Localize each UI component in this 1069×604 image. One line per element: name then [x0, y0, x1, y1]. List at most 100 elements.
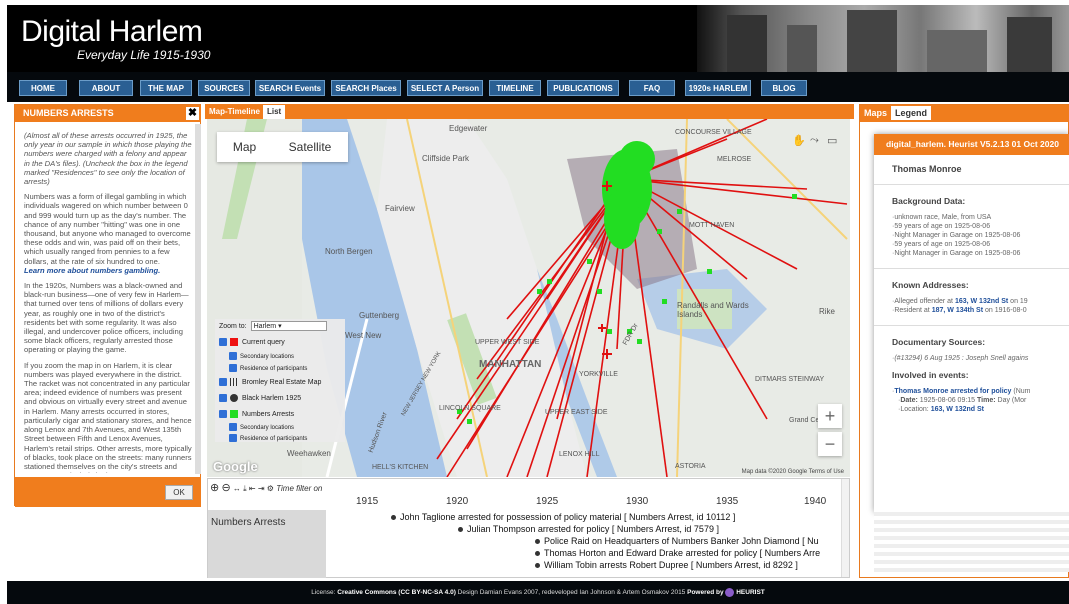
date-label: Date: [900, 397, 918, 404]
tab-map-timeline[interactable]: Map-Timeline [205, 105, 264, 119]
source-item[interactable]: (#13294) 6 Aug 1925 : Joseph Snell again… [892, 354, 1069, 363]
nav-1920s-harlem[interactable]: 1920s HARLEM [685, 80, 751, 96]
tab-list[interactable]: List [263, 105, 286, 119]
divider [874, 325, 1069, 326]
numbers-arrests-panel: NUMBERS ARRESTS ✖ (Almost all of these a… [14, 104, 201, 507]
license-link[interactable]: Creative Commons (CC BY-NC-SA 4.0) [337, 589, 456, 596]
map-type-map-button[interactable]: Map [217, 132, 272, 162]
nav-publications[interactable]: PUBLICATIONS [547, 80, 619, 96]
zoom-in-button[interactable]: + [818, 404, 842, 428]
heurist-logo-icon [725, 587, 735, 597]
address-link[interactable]: 187, W 134th St [932, 307, 983, 314]
timeline-events: John Taglione arrested for possession of… [328, 510, 838, 578]
map-type-satellite-button[interactable]: Satellite [272, 132, 348, 162]
draw-shape-icon[interactable]: ▭ [827, 134, 837, 147]
nav-timeline[interactable]: TIMELINE [489, 80, 541, 96]
legend-secondary-2[interactable]: Secondary locations [229, 423, 294, 433]
para-3: If you zoom the map in on Harlem, it is … [24, 360, 192, 473]
background-item: unknown race, Male, from USA [892, 213, 1069, 222]
settings-icon[interactable]: ⚙ [267, 484, 274, 493]
time-value: Day (Mor [995, 397, 1027, 404]
legend-residence-2[interactable]: Residence of participants [229, 434, 307, 444]
timeline-event[interactable]: Thomas Horton and Edward Drake arrested … [535, 548, 820, 560]
zoom-in-icon[interactable]: ⊕ [210, 482, 219, 494]
checkbox-icon[interactable] [229, 352, 237, 361]
year-1935: 1935 [716, 496, 739, 507]
legend-black-harlem[interactable]: Black Harlem 1925 [219, 394, 301, 404]
checkbox-icon[interactable] [229, 423, 237, 432]
map-type-control: Map Satellite [217, 132, 348, 162]
checkbox-icon[interactable] [219, 338, 227, 347]
zoom-out-button[interactable]: − [818, 432, 842, 456]
tab-maps[interactable]: Maps [860, 108, 891, 118]
nav-about[interactable]: ABOUT [79, 80, 133, 96]
nav-faq[interactable]: FAQ [629, 80, 675, 96]
tab-legend[interactable]: Legend [891, 106, 932, 120]
nav-blog[interactable]: BLOG [761, 80, 807, 96]
learn-more-link[interactable]: Learn more about numbers gambling. [24, 266, 160, 275]
year-1930: 1930 [626, 496, 649, 507]
background-heading: Background Data: [892, 196, 966, 206]
legend-numbers-arrests[interactable]: Numbers Arrests [219, 410, 294, 420]
checkbox-icon[interactable] [219, 394, 227, 403]
heurist-link[interactable]: HEURIST [736, 589, 765, 596]
close-icon[interactable]: ✖ [186, 107, 199, 120]
date-value: 1925-08-06 09:15 [917, 397, 978, 404]
expand-icon[interactable]: ↔ [233, 484, 241, 493]
map-canvas[interactable]: Edgewater CONCOURSE VILLAGE MELROSE Clif… [207, 119, 850, 477]
map-label-mott-haven: MOTT HAVEN [689, 222, 735, 229]
address-link[interactable]: 163, W 132nd St [955, 298, 1008, 305]
timeline-event[interactable]: Police Raid on Headquarters of Numbers B… [535, 536, 819, 548]
download-icon[interactable]: ⤓ [243, 484, 247, 493]
timeline-event[interactable]: Julian Thompson arrested for policy [ Nu… [458, 524, 719, 536]
ok-button[interactable]: OK [165, 485, 193, 500]
person-name: Thomas Monroe [892, 164, 962, 174]
zoom-to-value: Harlem [253, 323, 277, 330]
to-end-icon[interactable]: ⇥ [258, 484, 265, 493]
checkbox-icon[interactable] [229, 364, 237, 373]
divider [874, 184, 1069, 185]
location-link[interactable]: 163, W 132nd St [931, 406, 984, 413]
legend-current-query[interactable]: Current query [219, 338, 285, 348]
legend-residence-1[interactable]: Residence of participants [229, 364, 307, 374]
site-subtitle: Everyday Life 1915-1930 [77, 48, 211, 62]
nav-select-person[interactable]: SELECT A Person [407, 80, 483, 96]
checkbox-icon[interactable] [219, 378, 227, 387]
background-item: 59 years of age on 1925-08-06 [892, 240, 1069, 249]
draw-line-icon[interactable]: ⤳ [810, 134, 819, 147]
pan-hand-icon[interactable]: ✋ [792, 134, 806, 147]
time-label: Time: [977, 397, 996, 404]
panel-description: (Almost all of these arrests occurred in… [24, 131, 194, 473]
zoom-to-select[interactable]: Harlem ▾ [250, 321, 327, 331]
terms-link[interactable]: Terms of Use [809, 469, 844, 475]
checkbox-icon[interactable] [229, 434, 237, 443]
nav-home[interactable]: HOME [19, 80, 67, 96]
background-item: Night Manager in Garage on 1925-08-06 [892, 231, 1069, 240]
nav-sources[interactable]: SOURCES [198, 80, 250, 96]
zoom-out-icon[interactable]: ⊖ [221, 482, 230, 494]
legend-label: Residence of participants [240, 366, 308, 372]
map-label-ues: UPPER EAST SIDE [545, 409, 608, 416]
legend-secondary-1[interactable]: Secondary locations [229, 352, 294, 362]
timeline-event[interactable]: John Taglione arrested for possession of… [391, 512, 735, 524]
to-start-icon[interactable]: ⇤ [249, 484, 256, 493]
site-title[interactable]: Digital Harlem [21, 17, 203, 47]
legend-bromley[interactable]: Bromley Real Estate Map [219, 378, 321, 388]
map-label-north-bergen: North Bergen [325, 247, 373, 256]
timeline-scrollbar[interactable] [841, 479, 849, 577]
nav-search-events[interactable]: SEARCH Events [255, 80, 325, 96]
event-title-tail: (Num [1011, 388, 1031, 395]
time-filter-label[interactable]: Time filter on [276, 484, 322, 493]
checkbox-icon[interactable] [219, 410, 227, 419]
event-link[interactable]: Thomas Monroe arrested for policy [894, 388, 1011, 395]
panel-scrollbar[interactable] [195, 124, 201, 474]
legend-label: Bromley Real Estate Map [242, 379, 322, 386]
timeline-toolbar: ⊕ ⊖ ↔ ⤓ ⇤ ⇥ ⚙ Time filter on [210, 481, 322, 495]
address-suffix: on 19 [1008, 298, 1028, 305]
timeline-event[interactable]: William Tobin arrests Robert Dupree [ Nu… [535, 560, 798, 572]
layer-icon [230, 394, 238, 403]
nav-search-places[interactable]: SEARCH Places [331, 80, 401, 96]
intro-text: (Almost all of these arrests occurred in… [24, 131, 192, 187]
green-swatch [230, 410, 238, 419]
nav-the-map[interactable]: THE MAP [140, 80, 192, 96]
